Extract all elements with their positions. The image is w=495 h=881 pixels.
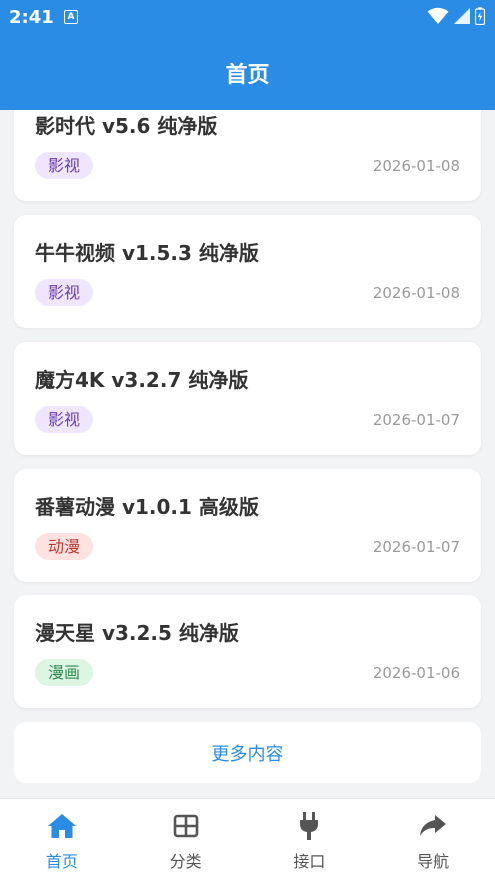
list-item[interactable]: 魔方4K v3.2.7 纯净版 影视 2026-01-07 [14, 342, 481, 455]
status-time: 2:41 [9, 7, 54, 28]
item-date: 2026-01-06 [372, 664, 460, 682]
share-arrow-icon [419, 811, 447, 841]
category-tag: 影视 [35, 406, 94, 433]
more-content-button[interactable]: 更多内容 [14, 722, 481, 783]
list-item[interactable]: 牛牛视频 v1.5.3 纯净版 影视 2026-01-08 [14, 215, 481, 328]
category-tag: 漫画 [35, 659, 94, 686]
status-icons [427, 7, 485, 25]
nav-label: 导航 [417, 852, 450, 871]
item-title: 牛牛视频 v1.5.3 纯净版 [35, 241, 259, 265]
category-tag: 影视 [35, 279, 94, 306]
nav-item-interface[interactable]: 接口 [248, 799, 372, 881]
list-item[interactable]: 影时代 v5.6 纯净版 影视 2026-01-08 [14, 110, 481, 201]
grid-icon [173, 811, 199, 841]
item-date: 2026-01-08 [372, 157, 460, 175]
home-icon [47, 811, 77, 841]
nav-label: 首页 [45, 852, 78, 871]
nav-item-category[interactable]: 分类 [124, 799, 248, 881]
content-list[interactable]: 影时代 v5.6 纯净版 影视 2026-01-08 牛牛视频 v1.5.3 纯… [0, 110, 495, 798]
status-bar: 2:41 A [0, 0, 495, 36]
list-item[interactable]: 漫天星 v3.2.5 纯净版 漫画 2026-01-06 [14, 595, 481, 708]
item-date: 2026-01-08 [372, 284, 460, 302]
nav-label: 接口 [293, 852, 326, 871]
item-title: 番薯动漫 v1.0.1 高级版 [35, 495, 259, 519]
more-content-label: 更多内容 [211, 743, 284, 765]
page-title: 首页 [225, 63, 270, 88]
nav-item-navigation[interactable]: 导航 [371, 799, 495, 881]
item-date: 2026-01-07 [372, 411, 460, 429]
battery-icon [475, 7, 485, 25]
item-date: 2026-01-07 [372, 538, 460, 556]
item-title: 影时代 v5.6 纯净版 [35, 114, 218, 138]
nav-label: 分类 [169, 852, 202, 871]
item-title: 魔方4K v3.2.7 纯净版 [35, 368, 249, 392]
signal-icon [454, 8, 470, 24]
bottom-nav: 首页 分类 接口 导航 [0, 798, 495, 881]
category-tag: 影视 [35, 152, 94, 179]
app-header: 首页 [0, 36, 495, 110]
plug-icon [298, 811, 320, 841]
list-item[interactable]: 番薯动漫 v1.0.1 高级版 动漫 2026-01-07 [14, 469, 481, 582]
notification-icon: A [64, 10, 78, 24]
category-tag: 动漫 [35, 533, 94, 560]
nav-item-home[interactable]: 首页 [0, 799, 124, 881]
item-title: 漫天星 v3.2.5 纯净版 [35, 621, 239, 645]
wifi-icon [427, 7, 449, 24]
